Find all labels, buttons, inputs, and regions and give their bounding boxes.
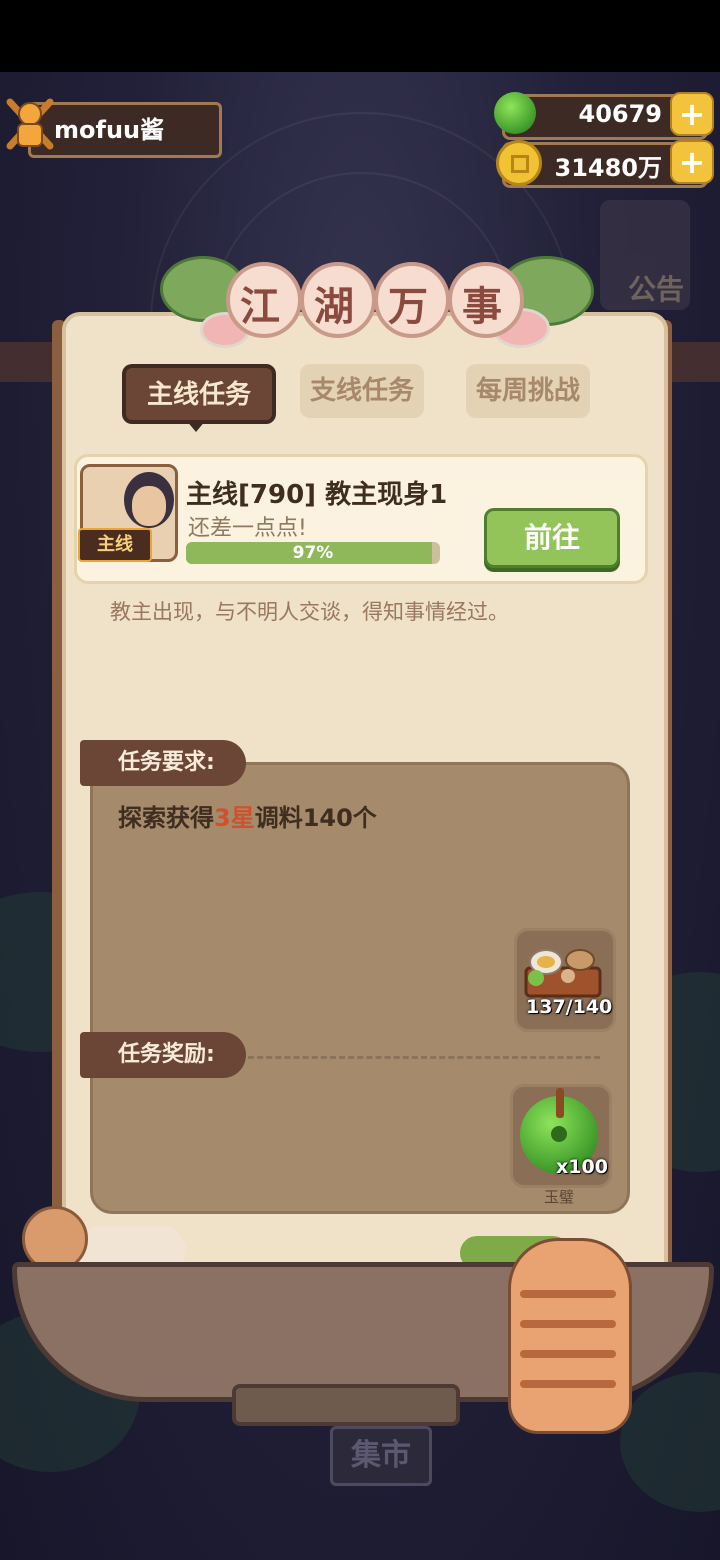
requirement-text-suffix: 调料140个	[254, 804, 377, 832]
status-bar	[0, 0, 720, 72]
add-coin-button[interactable]: +	[670, 140, 714, 184]
tab-weekly-challenge[interactable]: 每周挑战	[466, 364, 590, 418]
cat-mascot	[508, 1238, 632, 1434]
reward-label: 任务奖励:	[80, 1032, 246, 1078]
player-name: mofuu酱	[54, 116, 165, 144]
jade-cord	[556, 1088, 564, 1118]
task-title: 主线[790] 教主现身1	[186, 480, 448, 510]
reward-item-name: 玉璧	[544, 1188, 575, 1206]
market-label: 集市	[351, 1438, 411, 1473]
market-sign[interactable]: 集市	[330, 1426, 432, 1486]
progress-label: 97%	[292, 543, 334, 563]
jade-hole	[551, 1126, 567, 1142]
add-jade-button[interactable]: +	[670, 92, 714, 136]
coin-icon	[496, 140, 542, 186]
panel-title-char: 事	[462, 284, 502, 330]
tab-side-quest[interactable]: 支线任务	[300, 364, 424, 418]
reward-count: x100	[556, 1156, 608, 1178]
tab-main-quest[interactable]: 主线任务	[122, 364, 276, 424]
panel-title-char: 万	[388, 284, 428, 330]
character-face	[132, 486, 166, 526]
bowl-base	[232, 1384, 460, 1426]
main-quest-badge: 主线	[78, 528, 152, 562]
cat-stripe	[520, 1320, 616, 1328]
plus-icon: +	[678, 95, 706, 133]
panel-title-char: 湖	[314, 284, 354, 330]
panel-title-char: 江	[240, 284, 280, 330]
cat-stripe	[520, 1290, 616, 1298]
player-avatar-icon[interactable]	[4, 94, 56, 154]
requirement-text: 探索获得3星调料140个	[118, 798, 377, 833]
task-subtitle: 还差一点点!	[188, 516, 307, 541]
notice-label: 公告	[628, 273, 685, 306]
notice-board[interactable]: 公告	[600, 200, 690, 310]
cat-stripe	[520, 1380, 616, 1388]
active-tab-pointer	[186, 420, 206, 432]
cat-stripe	[520, 1350, 616, 1358]
jade-icon	[494, 92, 536, 134]
plus-icon: +	[678, 143, 706, 181]
requirement-text-prefix: 探索获得	[118, 804, 214, 832]
task-description: 教主出现，与不明人交谈，得知事情经过。	[110, 600, 509, 624]
coin-count: 31480万	[554, 154, 663, 182]
seasoning-progress-count: 137/140	[526, 996, 613, 1018]
requirement-label: 任务要求:	[80, 740, 246, 786]
seasoning-basket-icon	[524, 949, 602, 998]
reward-divider	[248, 1056, 600, 1059]
jade-count: 40679	[578, 100, 663, 128]
requirement-star-highlight: 3星	[214, 804, 255, 832]
go-button[interactable]: 前往	[484, 508, 620, 568]
background-bush	[620, 1372, 720, 1512]
